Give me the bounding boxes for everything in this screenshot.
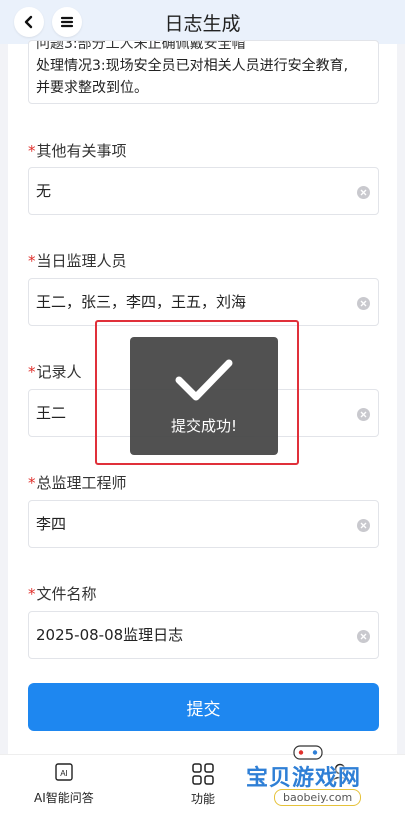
other-matters-input[interactable]: 无 [28, 167, 379, 215]
required-mark: * [28, 142, 36, 160]
grid-icon [192, 763, 214, 785]
tab-label: 我的 [328, 791, 353, 805]
chief-engineer-input[interactable]: 李四 [28, 500, 379, 548]
staff-value: 王二，张三，李四，王五，刘海 [36, 293, 247, 311]
textarea-line-2: 并要求整改到位。 [36, 80, 148, 96]
staff-input[interactable]: 王二，张三，李四，王五，刘海 [28, 278, 379, 326]
svg-text:AI: AI [60, 769, 68, 778]
tab-ai-qa[interactable]: AI AI智能问答 [34, 763, 94, 806]
file-name-value: 2025-08-08监理日志 [36, 626, 184, 644]
page-title: 日志生成 [164, 12, 241, 35]
tab-mine[interactable]: 我的 [328, 763, 352, 806]
recorder-value: 王二 [36, 404, 67, 422]
ai-icon: AI [55, 763, 73, 781]
textarea-line-1: 处理情况3:现场安全员已对相关人员进行安全教育, [36, 58, 349, 74]
file-name-input[interactable]: 2025-08-08监理日志 [28, 611, 379, 659]
bottom-tab-bar: AI AI智能问答 功能 我的 [0, 754, 405, 820]
header-bar: 日志生成 [0, 0, 405, 44]
label-staff: *当日监理人员 [28, 252, 127, 270]
label-recorder: *记录人 [28, 363, 82, 381]
other-matters-value: 无 [36, 182, 52, 200]
highlight-box [95, 320, 299, 465]
clear-icon[interactable] [357, 519, 370, 532]
submit-button[interactable]: 提交 [28, 683, 379, 731]
clear-icon[interactable] [357, 297, 370, 310]
user-icon [331, 763, 349, 783]
clear-icon[interactable] [357, 630, 370, 643]
label-file-name: *文件名称 [28, 585, 97, 603]
label-chief-engineer: *总监理工程师 [28, 474, 127, 492]
menu-button[interactable] [52, 7, 82, 37]
label-other-matters: *其他有关事项 [28, 142, 127, 160]
hamburger-icon [60, 16, 74, 28]
tab-label: AI智能问答 [34, 791, 94, 805]
clear-icon[interactable] [357, 186, 370, 199]
handling-textarea[interactable]: 问题3:部分工人未正确佩戴安全帽 处理情况3:现场安全员已对相关人员进行安全教育… [28, 40, 379, 104]
tab-functions[interactable]: 功能 [191, 763, 215, 807]
chief-engineer-value: 李四 [36, 515, 67, 533]
clear-icon[interactable] [357, 408, 370, 421]
back-button[interactable] [14, 7, 44, 37]
chevron-left-icon [24, 15, 33, 29]
textarea-partial-line: 问题3:部分工人未正确佩戴安全帽 [36, 40, 246, 52]
tab-label: 功能 [191, 792, 216, 806]
